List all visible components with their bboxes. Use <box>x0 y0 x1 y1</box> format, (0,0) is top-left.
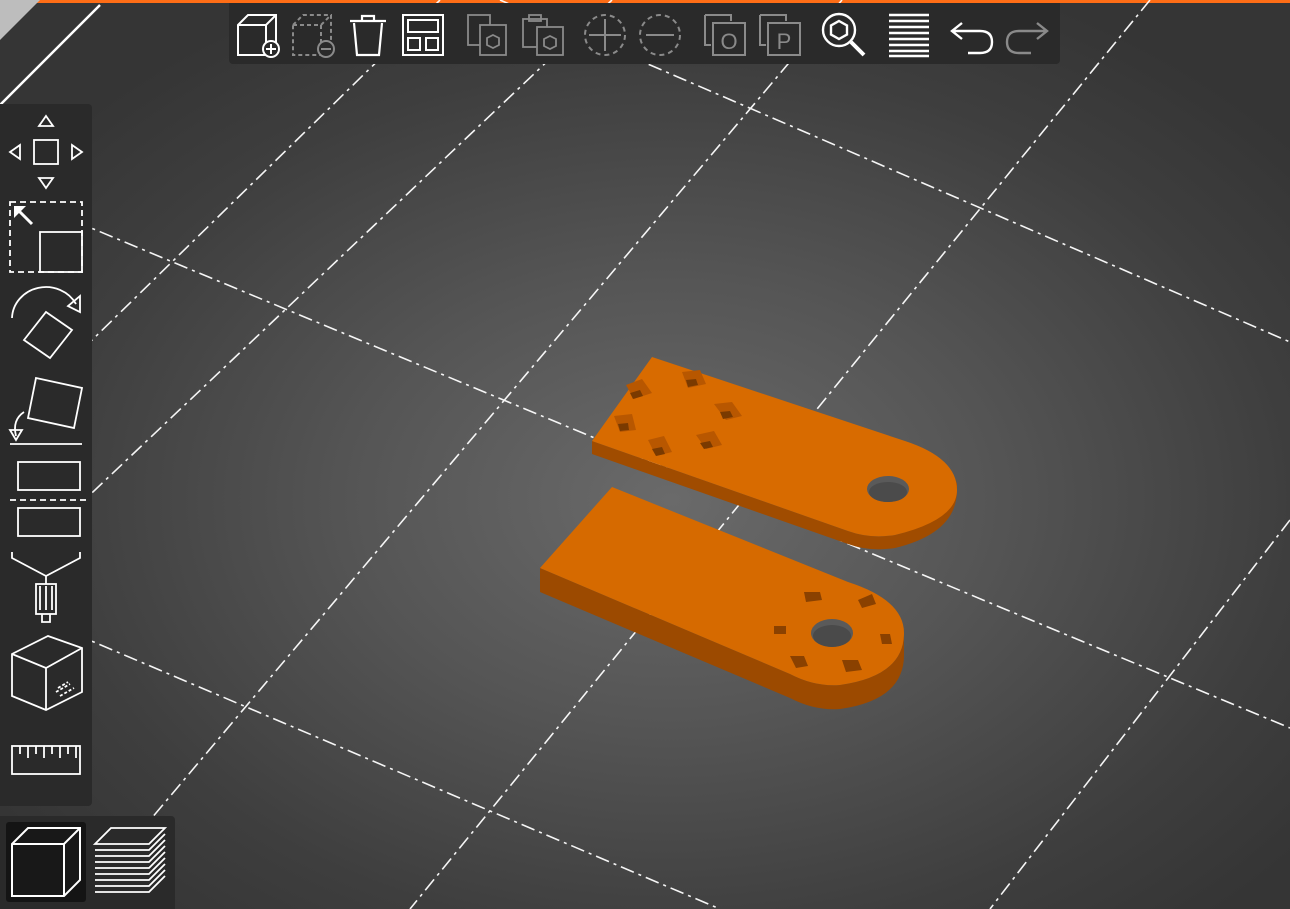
arrange-icon <box>402 14 444 56</box>
redo-button[interactable] <box>1002 9 1052 61</box>
grid-line <box>989 519 1290 909</box>
preview-button[interactable] <box>89 822 169 902</box>
left-toolbar <box>0 104 92 806</box>
rotate-tool-button[interactable] <box>4 284 88 364</box>
paint-supports-icon <box>11 552 81 623</box>
delete-object-icon <box>292 14 335 58</box>
svg-text:P: P <box>777 29 792 54</box>
undo-icon <box>950 22 994 55</box>
add-object-icon <box>237 14 280 58</box>
remove-instance-icon <box>639 14 681 56</box>
part-top-hole-inner <box>869 482 907 502</box>
add-object-button[interactable] <box>233 9 283 61</box>
rotate-icon <box>11 286 81 360</box>
view-mode-switch <box>0 816 175 909</box>
move-icon <box>8 114 84 190</box>
copy-button[interactable] <box>463 9 513 61</box>
preview-layers-icon <box>92 827 167 893</box>
seam-painting-tool-button[interactable] <box>4 630 88 716</box>
scale-icon <box>9 201 83 273</box>
place-on-face-icon <box>8 376 84 445</box>
layers-editing-button[interactable] <box>884 9 934 61</box>
move-tool-button[interactable] <box>4 112 88 192</box>
delete-all-icon <box>350 14 386 57</box>
add-instance-icon <box>584 14 626 56</box>
arrange-button[interactable] <box>398 9 448 61</box>
layers-editing-icon <box>889 13 929 58</box>
bed-corner <box>0 0 40 40</box>
remove-instance-button[interactable] <box>635 9 685 61</box>
part-bottom-hole-inner <box>813 625 851 647</box>
split-to-objects-button[interactable]: O <box>700 9 750 61</box>
build-plate-scene[interactable] <box>0 0 1290 909</box>
3d-viewport[interactable] <box>0 0 1290 909</box>
search-icon <box>821 12 866 57</box>
seam-painting-icon <box>11 635 83 711</box>
split-to-parts-icon: P <box>759 14 801 56</box>
split-to-parts-button[interactable]: P <box>755 9 805 61</box>
copy-icon <box>467 14 507 56</box>
measure-tool-button[interactable] <box>4 730 88 790</box>
add-instance-button[interactable] <box>580 9 630 61</box>
3d-view-button[interactable] <box>6 822 86 902</box>
measure-icon <box>11 745 81 775</box>
cut-tool-button[interactable] <box>4 458 88 546</box>
redo-icon <box>1005 22 1049 55</box>
search-button[interactable] <box>819 9 869 61</box>
delete-all-button[interactable] <box>343 9 393 61</box>
top-toolbar: O P <box>229 3 1060 64</box>
delete-object-button[interactable] <box>288 9 338 61</box>
place-on-face-tool-button[interactable] <box>4 372 88 452</box>
svg-text:O: O <box>720 29 737 54</box>
3d-view-icon <box>11 827 81 897</box>
paste-button[interactable] <box>518 9 568 61</box>
split-to-objects-icon: O <box>704 14 746 56</box>
paint-supports-tool-button[interactable] <box>4 548 88 626</box>
scale-tool-button[interactable] <box>4 196 88 276</box>
paste-icon <box>522 14 564 56</box>
undo-button[interactable] <box>947 9 997 61</box>
cut-icon <box>10 461 86 537</box>
